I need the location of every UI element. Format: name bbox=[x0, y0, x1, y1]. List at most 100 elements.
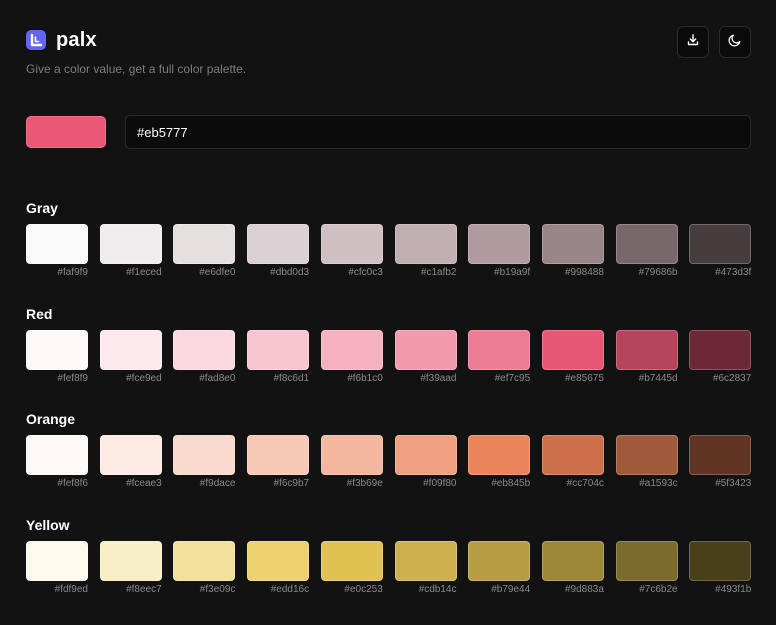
palette-title: Red bbox=[26, 306, 53, 322]
swatch-cell[interactable]: #a1593c bbox=[615, 435, 678, 489]
color-swatch[interactable] bbox=[468, 330, 531, 370]
color-swatch[interactable] bbox=[173, 541, 236, 581]
swatch-cell[interactable]: #e0c253 bbox=[320, 541, 383, 595]
color-swatch[interactable] bbox=[394, 541, 457, 581]
swatch-cell[interactable]: #fad8e0 bbox=[173, 330, 236, 384]
color-swatch[interactable] bbox=[99, 330, 162, 370]
color-swatch[interactable] bbox=[615, 330, 678, 370]
theme-toggle-button[interactable] bbox=[719, 26, 751, 58]
swatch-hex-label: #eb845b bbox=[491, 478, 531, 489]
color-preview-swatch bbox=[26, 116, 106, 148]
color-swatch[interactable] bbox=[26, 541, 88, 581]
swatch-cell[interactable]: #473d3f bbox=[689, 224, 752, 278]
swatch-hex-label: #e85675 bbox=[564, 373, 604, 384]
swatch-cell[interactable]: #eb845b bbox=[468, 435, 531, 489]
color-swatch[interactable] bbox=[541, 330, 604, 370]
swatch-cell[interactable]: #5f3423 bbox=[689, 435, 752, 489]
swatch-cell[interactable]: #edd16c bbox=[247, 541, 310, 595]
palette-section-gray: Gray #faf9f9 #f1eced #e6dfe0 #dbd0d3 #cfc0c3 #… bbox=[26, 200, 752, 278]
swatch-cell[interactable]: #c1afb2 bbox=[394, 224, 457, 278]
color-input[interactable] bbox=[125, 115, 751, 149]
swatch-cell[interactable]: #f09f80 bbox=[394, 435, 457, 489]
color-swatch[interactable] bbox=[320, 330, 383, 370]
swatch-cell[interactable]: #e85675 bbox=[541, 330, 604, 384]
swatch-cell[interactable]: #fce9ed bbox=[99, 330, 162, 384]
moon-icon bbox=[727, 32, 743, 53]
swatch-row: #fdf9ed #f8eec7 #f3e09c #edd16c #e0c253 #cdb1… bbox=[26, 541, 752, 601]
swatch-cell[interactable]: #493f1b bbox=[689, 541, 752, 595]
swatch-cell[interactable]: #f6b1c0 bbox=[320, 330, 383, 384]
swatch-cell[interactable]: #f3b69e bbox=[320, 435, 383, 489]
color-swatch[interactable] bbox=[173, 330, 236, 370]
color-swatch[interactable] bbox=[468, 224, 531, 264]
swatch-hex-label: #493f1b bbox=[715, 584, 752, 595]
swatch-cell[interactable]: #fdf9ed bbox=[26, 541, 88, 595]
swatch-cell[interactable]: #b7445d bbox=[615, 330, 678, 384]
palette-section-yellow: Yellow #fdf9ed #f8eec7 #f3e09c #edd16c #e0c25… bbox=[26, 517, 752, 595]
header: palx Give a color value, get a full colo… bbox=[26, 26, 751, 78]
color-swatch[interactable] bbox=[173, 435, 236, 475]
color-swatch[interactable] bbox=[247, 330, 310, 370]
swatch-cell[interactable]: #f3e09c bbox=[173, 541, 236, 595]
color-swatch[interactable] bbox=[689, 541, 752, 581]
swatch-cell[interactable]: #e6dfe0 bbox=[173, 224, 236, 278]
color-swatch[interactable] bbox=[320, 224, 383, 264]
color-swatch[interactable] bbox=[247, 224, 310, 264]
swatch-cell[interactable]: #fef8f6 bbox=[26, 435, 88, 489]
color-swatch[interactable] bbox=[468, 541, 531, 581]
swatch-cell[interactable]: #f8c6d1 bbox=[247, 330, 310, 384]
swatch-cell[interactable]: #cdb14c bbox=[394, 541, 457, 595]
swatch-cell[interactable]: #6c2837 bbox=[689, 330, 752, 384]
color-swatch[interactable] bbox=[26, 435, 88, 475]
color-swatch[interactable] bbox=[247, 435, 310, 475]
color-swatch[interactable] bbox=[615, 541, 678, 581]
swatch-cell[interactable]: #79686b bbox=[615, 224, 678, 278]
color-swatch[interactable] bbox=[689, 435, 752, 475]
color-swatch[interactable] bbox=[541, 541, 604, 581]
color-swatch[interactable] bbox=[468, 435, 531, 475]
swatch-cell[interactable]: #998488 bbox=[541, 224, 604, 278]
color-swatch[interactable] bbox=[394, 224, 457, 264]
swatch-cell[interactable]: #f9dace bbox=[173, 435, 236, 489]
swatch-cell[interactable]: #b79e44 bbox=[468, 541, 531, 595]
swatch-cell[interactable]: #f1eced bbox=[99, 224, 162, 278]
color-swatch[interactable] bbox=[615, 224, 678, 264]
swatch-hex-label: #edd16c bbox=[270, 584, 310, 595]
swatch-hex-label: #f6b1c0 bbox=[347, 373, 383, 384]
color-swatch[interactable] bbox=[99, 541, 162, 581]
swatch-cell[interactable]: #faf9f9 bbox=[26, 224, 88, 278]
color-swatch[interactable] bbox=[394, 435, 457, 475]
swatch-row: #fef8f6 #fceae3 #f9dace #f6c9b7 #f3b69e #f09f… bbox=[26, 435, 752, 495]
color-swatch[interactable] bbox=[541, 435, 604, 475]
swatch-cell[interactable]: #cc704c bbox=[541, 435, 604, 489]
color-swatch[interactable] bbox=[320, 541, 383, 581]
color-swatch[interactable] bbox=[99, 435, 162, 475]
swatch-cell[interactable]: #cfc0c3 bbox=[320, 224, 383, 278]
swatch-cell[interactable]: #b19a9f bbox=[468, 224, 531, 278]
color-swatch[interactable] bbox=[394, 330, 457, 370]
swatch-cell[interactable]: #dbd0d3 bbox=[247, 224, 310, 278]
swatch-hex-label: #f8c6d1 bbox=[273, 373, 310, 384]
swatch-cell[interactable]: #f8eec7 bbox=[99, 541, 162, 595]
color-swatch[interactable] bbox=[689, 224, 752, 264]
color-swatch[interactable] bbox=[689, 330, 752, 370]
color-swatch[interactable] bbox=[247, 541, 310, 581]
color-swatch[interactable] bbox=[320, 435, 383, 475]
color-swatch[interactable] bbox=[26, 330, 88, 370]
swatch-cell[interactable]: #9d883a bbox=[541, 541, 604, 595]
swatch-cell[interactable]: #ef7c95 bbox=[468, 330, 531, 384]
swatch-cell[interactable]: #fef8f9 bbox=[26, 330, 88, 384]
swatch-cell[interactable]: #7c6b2e bbox=[615, 541, 678, 595]
swatch-hex-label: #f09f80 bbox=[423, 478, 457, 489]
palette-title: Yellow bbox=[26, 517, 70, 533]
swatch-hex-label: #b7445d bbox=[638, 373, 678, 384]
color-swatch[interactable] bbox=[615, 435, 678, 475]
color-swatch[interactable] bbox=[99, 224, 162, 264]
swatch-cell[interactable]: #f6c9b7 bbox=[247, 435, 310, 489]
swatch-cell[interactable]: #fceae3 bbox=[99, 435, 162, 489]
color-swatch[interactable] bbox=[541, 224, 604, 264]
swatch-cell[interactable]: #f39aad bbox=[394, 330, 457, 384]
color-swatch[interactable] bbox=[26, 224, 88, 264]
color-swatch[interactable] bbox=[173, 224, 236, 264]
download-button[interactable] bbox=[677, 26, 709, 58]
